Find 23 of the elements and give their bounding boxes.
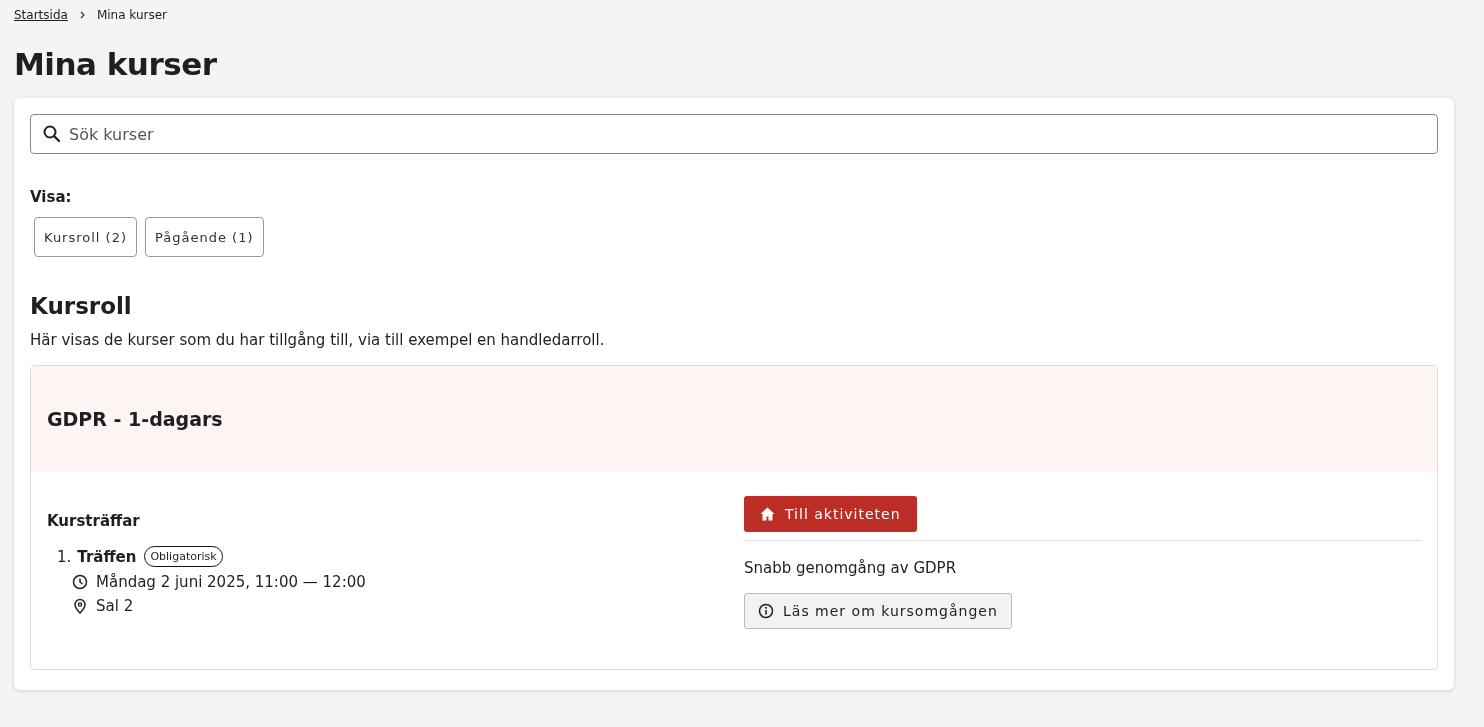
- chevron-icon: [79, 11, 85, 19]
- activity-button[interactable]: Till aktiviteten: [744, 496, 917, 532]
- filter-label: Visa:: [30, 188, 73, 206]
- session-number: 1.: [57, 547, 72, 566]
- section-description: Här visas de kurser som du har tillgång till, via till exempel en handledarroll.: [30, 331, 606, 349]
- page-title: Mina kurser: [14, 46, 218, 82]
- session-location: Sal 2: [96, 597, 134, 615]
- breadcrumb-link[interactable]: Startsida: [14, 8, 68, 22]
- session-name: Träffen: [77, 547, 137, 566]
- read-more-button[interactable]: Läs mer om kursomgången: [744, 593, 1012, 629]
- course-summary: Snabb genomgång av GDPR: [744, 559, 958, 577]
- session-time: Måndag 2 juni 2025, 11:00 — 12:00: [96, 573, 366, 591]
- course-title: GDPR - 1-dagars: [47, 408, 223, 430]
- sessions-title: Kursträffar: [47, 512, 141, 530]
- location-pin-icon: [72, 598, 88, 614]
- home-icon: [760, 507, 775, 521]
- breadcrumb-current: Mina kurser: [96, 8, 168, 22]
- search-field[interactable]: Sök kurser: [30, 114, 1438, 154]
- filter-button[interactable]: Pågående (1): [145, 217, 264, 257]
- clock-icon: [72, 574, 88, 590]
- section-title: Kursroll: [30, 293, 133, 319]
- info-icon: [758, 603, 774, 619]
- filter-button[interactable]: Kursroll (2): [34, 217, 138, 257]
